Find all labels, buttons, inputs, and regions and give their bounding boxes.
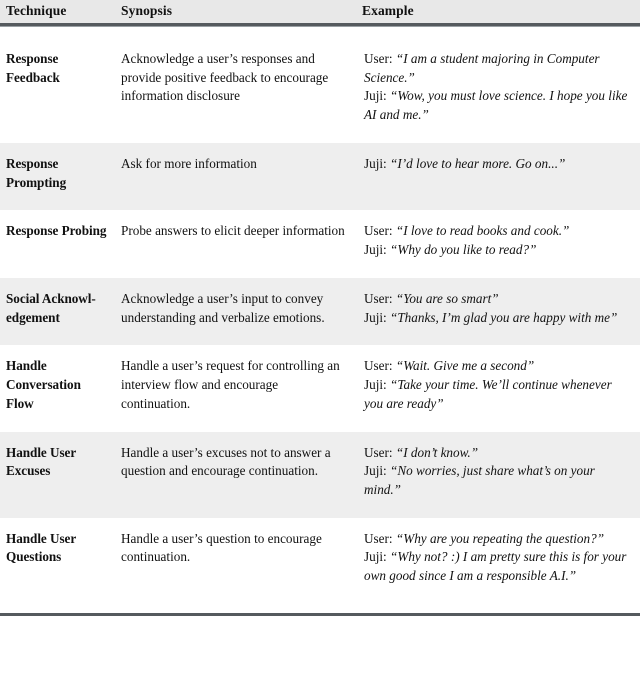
example-speaker: User: (364, 444, 393, 460)
cell-example: User: “I love to read books and cook.” Ju… (358, 210, 640, 278)
conversation-techniques-table: Technique Synopsis Example Response Feed… (0, 0, 640, 616)
example-speaker: User: (364, 290, 393, 306)
table-row: Response Prompting Ask for more informati… (0, 142, 640, 211)
cell-technique: Social Acknowl-edgement (0, 277, 115, 346)
cell-technique: Response Prompting (0, 142, 115, 211)
cell-synopsis: Handle a user’s excuses not to answer a … (115, 431, 358, 518)
example-line: Juji: “I’d love to hear more. Go on...” (364, 155, 632, 174)
example-quote: “Wow, you must love science. I hope you … (364, 88, 628, 123)
table-header: Technique Synopsis Example (0, 0, 640, 38)
example-quote: “I’d love to hear more. Go on...” (390, 155, 566, 171)
example-line: Juji: “No worries, just share what’s on … (364, 462, 632, 499)
example-speaker: User: (364, 530, 393, 546)
table-footer (0, 603, 640, 616)
technique-table-container: Technique Synopsis Example Response Feed… (0, 0, 640, 680)
cell-example: User: “You are so smart” Juji: “Thanks, I… (358, 277, 640, 346)
cell-example: User: “I am a student majoring in Comput… (358, 38, 640, 143)
example-line: User: “You are so smart” (364, 290, 632, 309)
example-quote: “Take your time. We’ll continue whenever… (364, 377, 612, 411)
cell-synopsis: Acknowledge a user’s responses and provi… (115, 38, 358, 143)
header-spacer-fill (0, 27, 640, 38)
cell-synopsis: Acknowledge a user’s input to convey und… (115, 277, 358, 346)
cell-technique: Handle Conversation Flow (0, 345, 115, 432)
cell-example: User: “I don’t know.” Juji: “No worries, … (358, 431, 640, 518)
footer-rule (0, 612, 640, 616)
cell-example: User: “Wait. Give me a second” Juji: “Tak… (358, 345, 640, 432)
example-line: Juji: “Thanks, I’m glad you are happy wi… (364, 309, 632, 328)
example-line: Juji: “Wow, you must love science. I hop… (364, 87, 632, 124)
footer-rule-line (0, 612, 640, 616)
table-row: Handle Conversation Flow Handle a user’s … (0, 345, 640, 432)
example-speaker: Juji: (364, 309, 387, 325)
cell-technique: Handle User Questions (0, 517, 115, 604)
table-row: Handle User Excuses Handle a user’s excus… (0, 431, 640, 518)
example-line: Juji: “Why do you like to read?” (364, 241, 632, 260)
example-quote: “Why not? :) I am pretty sure this is fo… (364, 549, 627, 584)
example-speaker: Juji: (364, 463, 387, 479)
footer-gap-fill (0, 603, 640, 613)
example-quote: “No worries, just share what’s on your m… (364, 463, 595, 498)
header-spacer (0, 27, 640, 38)
table-row: Social Acknowl-edgement Acknowledge a use… (0, 277, 640, 346)
example-quote: “I love to read books and cook.” (395, 223, 570, 239)
example-quote: “I don’t know.” (395, 444, 479, 460)
column-header-synopsis: Synopsis (121, 3, 173, 18)
example-quote: “Why do you like to read?” (390, 242, 537, 258)
example-line: User: “I don’t know.” (364, 444, 632, 463)
column-header-example: Example (362, 3, 414, 18)
example-speaker: Juji: (364, 88, 387, 104)
table-row: Response Feedback Acknowledge a user’s re… (0, 38, 640, 143)
cell-example: User: “Why are you repeating the questio… (358, 517, 640, 604)
cell-synopsis: Ask for more information (115, 142, 358, 211)
table-row: Handle User Questions Handle a user’s que… (0, 517, 640, 604)
example-line: Juji: “Why not? :) I am pretty sure this… (364, 548, 632, 585)
example-quote: “I am a student majoring in Computer Sci… (364, 51, 600, 85)
example-speaker: Juji: (364, 377, 387, 393)
table-header-row: Technique Synopsis Example (0, 0, 640, 23)
footer-gap (0, 603, 640, 613)
column-header-technique: Technique (6, 3, 67, 18)
example-speaker: User: (364, 51, 393, 66)
cell-technique: Response Probing (0, 210, 115, 278)
example-line: Juji: “Take your time. We’ll continue wh… (364, 376, 632, 413)
example-speaker: User: (364, 223, 393, 239)
table-body: Response Feedback Acknowledge a user’s re… (0, 38, 640, 604)
cell-synopsis: Handle a user’s request for controlling … (115, 345, 358, 432)
example-quote: “Thanks, I’m glad you are happy with me” (390, 309, 618, 325)
example-speaker: Juji: (364, 242, 387, 258)
example-line: User: “I love to read books and cook.” (364, 222, 632, 241)
example-quote: “Why are you repeating the question?” (395, 530, 605, 546)
cell-technique: Response Feedback (0, 38, 115, 143)
cell-synopsis: Handle a user’s question to encourage co… (115, 517, 358, 604)
example-line: User: “I am a student majoring in Comput… (364, 50, 632, 87)
cell-synopsis: Probe answers to elicit deeper informati… (115, 210, 358, 278)
example-quote: “Wait. Give me a second” (395, 358, 535, 374)
cell-technique: Handle User Excuses (0, 431, 115, 518)
example-speaker: Juji: (364, 549, 387, 565)
example-speaker: Juji: (364, 155, 387, 171)
example-line: User: “Wait. Give me a second” (364, 357, 632, 376)
example-quote: “You are so smart” (395, 290, 499, 306)
example-speaker: User: (364, 358, 393, 374)
example-line: User: “Why are you repeating the questio… (364, 530, 632, 549)
table-row: Response Probing Probe answers to elicit … (0, 210, 640, 278)
cell-example: Juji: “I’d love to hear more. Go on...” (358, 142, 640, 211)
